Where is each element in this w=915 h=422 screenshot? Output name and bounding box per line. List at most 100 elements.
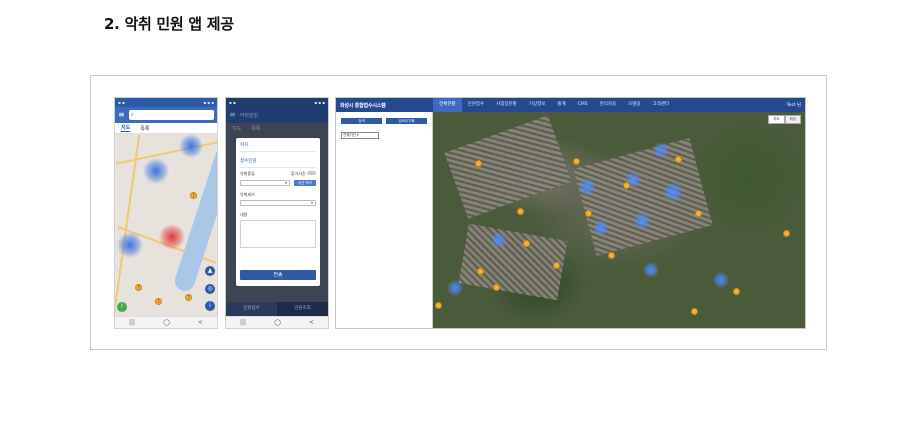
divider (240, 151, 316, 152)
complaint-submit-tab[interactable]: 민원접수 (226, 302, 277, 316)
search-sidebar: 검색 검색초기화 전체기간 ▾ (336, 112, 433, 328)
hamburger-menu-icon[interactable]: ≡ (118, 111, 125, 119)
complaint-pin[interactable] (695, 210, 702, 217)
odor-hotspot[interactable] (593, 220, 609, 236)
take-photo-button[interactable]: 사진 찍기 (294, 180, 316, 186)
odor-hotspot[interactable] (179, 134, 203, 158)
complaint-pin[interactable] (783, 230, 790, 237)
complaint-lookup-tab[interactable]: 민원조회 (277, 302, 328, 316)
satellite-mode-button[interactable]: 위성 (784, 115, 801, 124)
back-button[interactable]: < (198, 319, 203, 326)
content-row: 내용 (240, 212, 316, 218)
urban-area (458, 223, 568, 301)
odor-hotspot[interactable] (643, 262, 659, 278)
complaint-pin[interactable]: 7 (135, 284, 142, 291)
menu-overview[interactable]: 전체현황 (433, 98, 462, 112)
locate-icon[interactable]: ◎ (205, 284, 215, 294)
menu-admin[interactable]: 관리자용 (594, 98, 623, 112)
recent-apps-button[interactable]: ||| (240, 319, 246, 326)
recent-apps-button[interactable]: ||| (129, 319, 135, 326)
reset-search-button[interactable]: 검색초기화 (386, 118, 427, 124)
complaint-pin[interactable] (435, 302, 442, 309)
complaint-pin[interactable] (585, 210, 592, 217)
intensity-select[interactable]: ▾ (240, 200, 316, 206)
menu-cms[interactable]: CMS (572, 98, 594, 112)
complaint-pin[interactable] (477, 268, 484, 275)
complaint-pin[interactable] (517, 208, 524, 215)
tab-list[interactable]: 목록 (140, 125, 149, 132)
content-label: 내용 (240, 212, 248, 217)
urban-area (573, 138, 713, 256)
home-button[interactable]: ◯ (274, 319, 281, 326)
complaint-pin[interactable] (691, 308, 698, 315)
complaint-form-dialog: 위치 접수민원 악취종류 증거사진 ▾ 사진 찍기 악취세기 ▾ 내용 전송 (236, 138, 320, 286)
submit-button[interactable]: 전송 (240, 270, 316, 280)
page-title: 2. 악취 민원 앱 제공 (104, 15, 234, 33)
odor-type-select[interactable]: ▾ (240, 180, 290, 186)
menu-support[interactable]: 고객센터 (647, 98, 676, 112)
complaint-pin[interactable] (573, 158, 580, 165)
complaint-pin[interactable] (733, 288, 740, 295)
complaint-pin[interactable] (623, 182, 630, 189)
android-nav-bar: ||| ◯ < (115, 316, 217, 328)
header-title: 악취민원 (239, 112, 259, 119)
location-label: 위치 (240, 143, 249, 148)
back-button[interactable]: < (309, 319, 314, 326)
complaint-pin[interactable]: 7 (190, 192, 197, 199)
web-header: 화성시 통합접수시스템 전체현황 민원접수 사업장현황 기상정보 통계 CMS … (336, 98, 805, 112)
menu-complaint[interactable]: 민원접수 (462, 98, 491, 112)
odor-hotspot[interactable] (447, 280, 463, 296)
complaint-pin[interactable] (553, 262, 560, 269)
hamburger-menu-icon[interactable]: ≡ (229, 111, 236, 119)
menu-facility[interactable]: 사업장현황 (490, 98, 523, 112)
complaint-map[interactable]: 7 7 7 7 ▲ ◎ i ! (115, 134, 217, 316)
search-input[interactable]: ⌕ (128, 110, 214, 120)
system-logo[interactable]: 화성시 통합접수시스템 (336, 102, 433, 109)
satellite-map[interactable]: 지도 위성 (433, 112, 805, 328)
odor-alert-hotspot[interactable] (159, 224, 185, 250)
android-nav-bar: ||| ◯ < (226, 316, 328, 328)
search-buttons: 검색 검색초기화 (336, 112, 432, 124)
type-photo-row: 악취종류 증거사진 (240, 171, 316, 177)
odor-hotspot[interactable] (578, 178, 596, 196)
report-icon[interactable]: ! (117, 302, 127, 312)
navigation-icon[interactable]: ▲ (205, 266, 215, 276)
photo-toggle[interactable] (307, 171, 316, 175)
menu-modeling[interactable]: 모델링 (622, 98, 646, 112)
content-textarea[interactable] (240, 220, 316, 248)
odor-hotspot[interactable] (491, 232, 507, 248)
category-label: 접수민원 (240, 159, 257, 164)
odor-hotspot[interactable] (653, 142, 669, 158)
search-button[interactable]: 검색 (341, 118, 382, 124)
app-bar: ≡ 악취민원 (226, 107, 328, 123)
map-mode-button[interactable]: 지도 (768, 115, 785, 124)
odor-hotspot[interactable] (143, 158, 169, 184)
odor-hotspot[interactable] (663, 182, 683, 202)
tab-list[interactable]: 목록 (251, 125, 260, 132)
complaint-pin[interactable] (523, 240, 530, 247)
map-type-toggle: 지도 위성 (768, 115, 801, 124)
phone-form-screen: ▪ ▪ ▪ ▪ ▪ ≡ 악취민원 지도 목록 위치 접수민원 악취종류 증거사진 … (225, 97, 329, 329)
screenshot-frame: ▪ ▪ ▪ ▪ ▪ ≡ ⌕ 지도 목록 7 7 7 7 ▲ ◎ i ! ||| … (90, 75, 827, 350)
odor-hotspot[interactable] (117, 232, 143, 258)
tab-map[interactable]: 지도 (232, 125, 241, 132)
complaint-pin[interactable] (493, 284, 500, 291)
period-select[interactable]: 전체기간 ▾ (341, 132, 379, 139)
odor-hotspot[interactable] (713, 272, 729, 288)
tab-map[interactable]: 지도 (121, 124, 131, 132)
complaint-pin[interactable] (675, 156, 682, 163)
menu-stats[interactable]: 통계 (551, 98, 571, 112)
main-menu: 전체현황 민원접수 사업장현황 기상정보 통계 CMS 관리자용 모델링 고객센… (433, 98, 787, 112)
odor-hotspot[interactable] (633, 212, 651, 230)
search-icon: ⌕ (130, 111, 135, 118)
menu-weather[interactable]: 기상정보 (523, 98, 552, 112)
complaint-pin[interactable]: 7 (155, 298, 162, 305)
home-button[interactable]: ◯ (163, 319, 170, 326)
phone-map-screen: ▪ ▪ ▪ ▪ ▪ ≡ ⌕ 지도 목록 7 7 7 7 ▲ ◎ i ! ||| … (114, 97, 218, 329)
odor-type-label: 악취종류 (240, 171, 255, 176)
complaint-pin[interactable] (475, 160, 482, 167)
user-name[interactable]: Test 님 (787, 102, 805, 108)
info-icon[interactable]: i (205, 301, 215, 311)
complaint-pin[interactable]: 7 (185, 294, 192, 301)
complaint-pin[interactable] (608, 252, 615, 259)
